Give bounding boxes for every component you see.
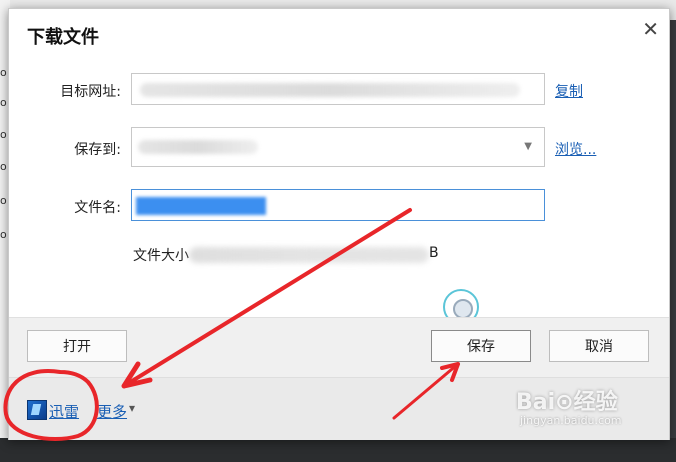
dialog-footer: 打开 保存 取消 — [9, 317, 669, 378]
copy-link[interactable]: 复制 — [555, 81, 583, 101]
download-dialog: 下载文件 ✕ 目标网址: 复制 保存到: ▼ 浏览... 文件名: 文件大小 B… — [8, 8, 670, 440]
url-field[interactable] — [131, 73, 545, 105]
save-path-select[interactable]: ▼ — [131, 127, 545, 167]
watermark-url: jingyan.baidu.com — [520, 414, 622, 427]
close-icon[interactable]: ✕ — [642, 17, 659, 41]
filename-label: 文件名: — [74, 200, 121, 216]
filesize-label: 文件大小 — [133, 248, 189, 264]
save-to-label: 保存到: — [74, 142, 121, 158]
filesize-suffix: B — [429, 245, 439, 261]
dialog-title: 下载文件 — [27, 27, 99, 48]
open-button[interactable]: 打开 — [27, 330, 127, 362]
filesize-value-redacted — [189, 247, 429, 263]
filename-input[interactable] — [131, 189, 545, 221]
url-label: 目标网址: — [60, 84, 121, 100]
browse-link[interactable]: 浏览... — [555, 139, 596, 159]
dropdown-arrow-icon[interactable]: ▼ — [524, 141, 532, 152]
watermark-brand: Bai⊙经验 — [516, 390, 618, 415]
xunlei-icon[interactable] — [27, 400, 47, 420]
save-button[interactable]: 保存 — [431, 330, 531, 362]
more-link[interactable]: 更多 — [97, 401, 127, 422]
cancel-button[interactable]: 取消 — [549, 330, 649, 362]
filename-selection — [136, 197, 266, 215]
background-taskbar — [0, 438, 676, 462]
xunlei-link[interactable]: 迅雷 — [49, 401, 79, 422]
more-chevron-down-icon[interactable]: ▾ — [129, 401, 135, 415]
